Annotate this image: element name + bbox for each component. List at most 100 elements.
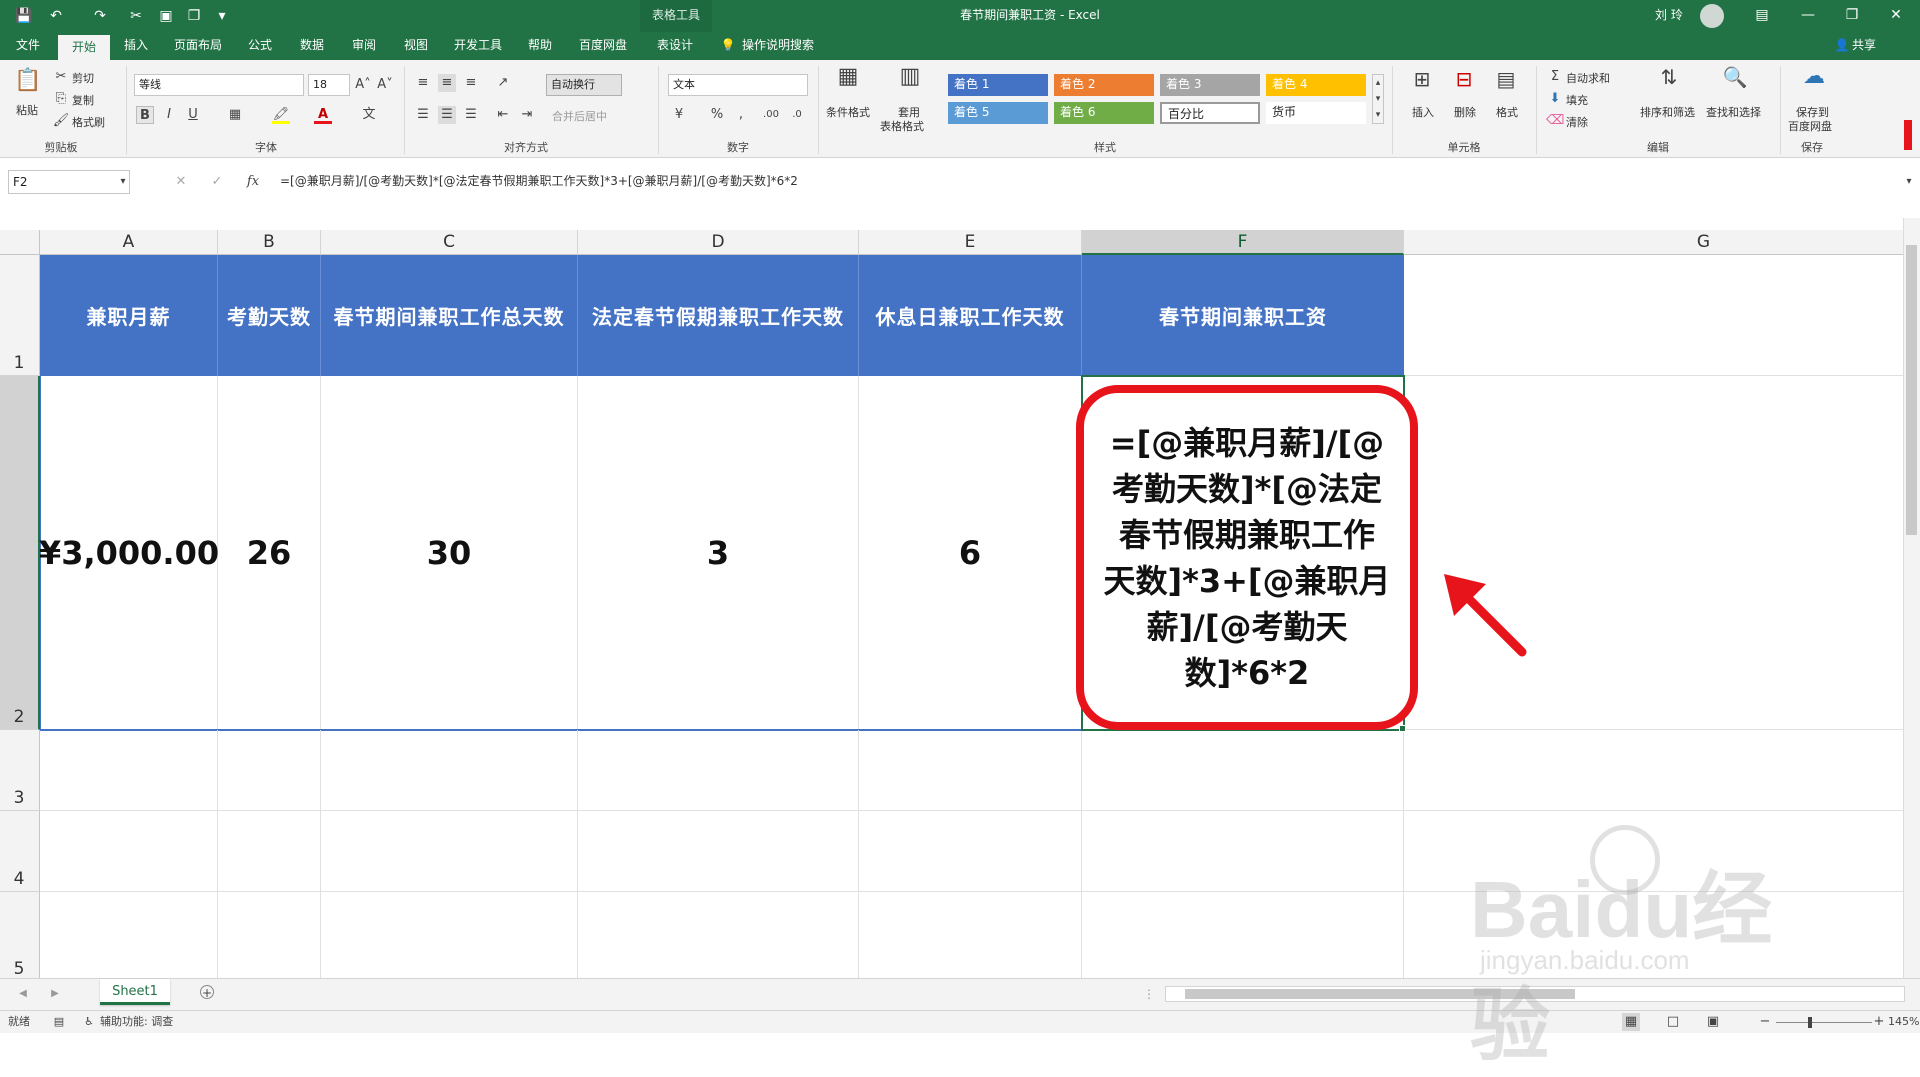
bold-button[interactable]: B	[136, 106, 154, 124]
decrease-decimal-icon[interactable]: .0	[788, 106, 806, 124]
table-header-cell[interactable]: 春节期间兼职工作总天数	[321, 255, 578, 376]
empty-cell[interactable]	[1404, 892, 1905, 978]
select-all-corner[interactable]	[0, 230, 40, 255]
row-header-4[interactable]: 4	[0, 811, 40, 892]
row-header-3[interactable]: 3	[0, 730, 40, 811]
styles-scroll-icon[interactable]: ▴ ▾ ▾	[1372, 74, 1384, 124]
name-box-dropdown-icon[interactable]: ▾	[114, 173, 132, 191]
zoom-level[interactable]: 145%	[1888, 1011, 1919, 1033]
table-cell-total-days[interactable]: 30	[321, 376, 578, 730]
format-cells-button[interactable]: 格式	[1496, 104, 1518, 120]
tab-file[interactable]: 文件	[6, 32, 50, 60]
empty-cell[interactable]	[578, 730, 859, 811]
empty-cell[interactable]	[578, 811, 859, 892]
fill-color-icon[interactable]: 🖍	[272, 106, 290, 124]
column-header-g[interactable]: G	[1404, 230, 1905, 255]
column-header-b[interactable]: B	[218, 230, 321, 255]
align-bottom-icon[interactable]: ≡	[462, 74, 480, 92]
user-name[interactable]: 刘 玲	[1655, 0, 1683, 32]
column-header-e[interactable]: E	[859, 230, 1082, 255]
normal-view-icon[interactable]: ▦	[1622, 1013, 1640, 1031]
zoom-in-icon[interactable]: +	[1870, 1013, 1888, 1031]
empty-cell[interactable]	[859, 811, 1082, 892]
tab-developer[interactable]: 开发工具	[446, 32, 510, 60]
empty-cell[interactable]	[1082, 730, 1404, 811]
number-format-select[interactable]: 文本	[668, 74, 808, 96]
column-header-a[interactable]: A	[40, 230, 218, 255]
row-header-5[interactable]: 5	[0, 892, 40, 978]
style-accent-6[interactable]: 着色 6	[1054, 102, 1154, 124]
font-color-icon[interactable]: A	[314, 106, 332, 124]
tab-home[interactable]: 开始	[58, 35, 110, 60]
zoom-out-icon[interactable]: −	[1756, 1013, 1774, 1031]
tab-page-layout[interactable]: 页面布局	[166, 32, 230, 60]
wrap-text-button[interactable]: 自动换行	[546, 74, 622, 96]
increase-font-icon[interactable]: A˄	[354, 76, 372, 94]
style-percent[interactable]: 百分比	[1160, 102, 1260, 124]
table-header-cell[interactable]: 法定春节假期兼职工作天数	[578, 255, 859, 376]
clear-button[interactable]: 清除	[1566, 114, 1588, 130]
close-icon[interactable]: ✕	[1874, 0, 1918, 32]
font-name-select[interactable]: 等线	[134, 74, 304, 96]
tab-view[interactable]: 视图	[394, 32, 438, 60]
cut-icon[interactable]: ✂	[126, 6, 146, 26]
zoom-slider[interactable]	[1776, 1022, 1872, 1023]
empty-cell[interactable]	[578, 892, 859, 978]
ribbon-display-icon[interactable]: ▤	[1740, 0, 1784, 32]
empty-cell[interactable]	[1404, 730, 1905, 811]
align-top-icon[interactable]: ≡	[414, 74, 432, 92]
borders-icon[interactable]: ▦	[226, 106, 244, 124]
find-select-button[interactable]: 查找和选择	[1706, 104, 1761, 120]
insert-cells-button[interactable]: 插入	[1412, 104, 1434, 120]
confirm-entry-icon[interactable]: ✓	[208, 173, 226, 191]
restore-icon[interactable]: ❐	[1830, 0, 1874, 32]
tab-formulas[interactable]: 公式	[238, 32, 282, 60]
macro-record-icon[interactable]: ▤	[50, 1013, 68, 1031]
horizontal-scroll-thumb[interactable]	[1185, 989, 1575, 999]
new-file-icon[interactable]: ❐	[184, 6, 204, 26]
empty-cell[interactable]	[1082, 811, 1404, 892]
column-header-f[interactable]: F	[1082, 230, 1404, 255]
copy-button[interactable]: 复制	[72, 92, 94, 108]
currency-icon[interactable]: ¥	[670, 106, 688, 124]
fill-handle[interactable]	[1399, 725, 1406, 732]
insert-function-icon[interactable]: fx	[244, 173, 262, 191]
orientation-icon[interactable]: ↗	[494, 74, 512, 92]
percent-icon[interactable]: %	[708, 106, 726, 124]
undo-icon[interactable]: ↶	[46, 6, 66, 26]
column-header-c[interactable]: C	[321, 230, 578, 255]
style-accent-4[interactable]: 着色 4	[1266, 74, 1366, 96]
table-cell-attendance[interactable]: 26	[218, 376, 321, 730]
style-accent-5[interactable]: 着色 5	[948, 102, 1048, 124]
align-left-icon[interactable]: ☰	[414, 106, 432, 124]
table-header-cell[interactable]: 春节期间兼职工资	[1082, 255, 1404, 376]
empty-cell[interactable]	[40, 892, 218, 978]
italic-button[interactable]: I	[160, 106, 178, 124]
tab-insert[interactable]: 插入	[114, 32, 158, 60]
empty-cell[interactable]	[321, 811, 578, 892]
redo-icon[interactable]: ↷	[90, 6, 110, 26]
align-middle-icon[interactable]: ≡	[438, 74, 456, 92]
empty-cell[interactable]	[859, 730, 1082, 811]
expand-formula-bar-icon[interactable]: ▾	[1900, 173, 1918, 191]
format-painter-button[interactable]: 格式刷	[72, 114, 105, 130]
table-cell-holiday-days[interactable]: 3	[578, 376, 859, 730]
avatar[interactable]	[1700, 4, 1724, 28]
column-header-d[interactable]: D	[578, 230, 859, 255]
share-button[interactable]: 共享	[1852, 32, 1892, 60]
tab-data[interactable]: 数据	[290, 32, 334, 60]
empty-cell[interactable]	[40, 811, 218, 892]
next-sheet-icon[interactable]: ▶	[46, 985, 64, 1003]
tab-help[interactable]: 帮助	[518, 32, 562, 60]
tab-baidu-netdisk[interactable]: 百度网盘	[568, 32, 638, 60]
accessibility-status[interactable]: 辅助功能: 调查	[100, 1011, 173, 1033]
table-header-cell[interactable]: 兼职月薪	[40, 255, 218, 376]
empty-cell[interactable]	[1404, 376, 1905, 730]
row-header-2[interactable]: 2	[0, 376, 40, 730]
table-header-cell[interactable]: 休息日兼职工作天数	[859, 255, 1082, 376]
empty-cell[interactable]	[859, 892, 1082, 978]
underline-button[interactable]: U	[184, 106, 202, 124]
empty-cell[interactable]	[321, 730, 578, 811]
phonetic-icon[interactable]: 文	[360, 106, 378, 124]
style-accent-3[interactable]: 着色 3	[1160, 74, 1260, 96]
